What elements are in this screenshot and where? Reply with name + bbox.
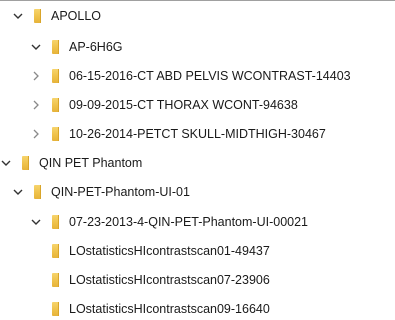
tree-node-label: 09-09-2015-CT THORAX WCONT-94638 bbox=[69, 98, 298, 112]
chevron-down-icon[interactable] bbox=[30, 41, 42, 53]
tree-node-label: 06-15-2016-CT ABD PELVIS WCONTRAST-14403 bbox=[69, 69, 351, 83]
tree-node-label: LOstatisticsHIcontrastscan09-16640 bbox=[69, 302, 270, 316]
folder-icon bbox=[22, 156, 29, 170]
folder-icon bbox=[52, 273, 59, 287]
folder-icon bbox=[52, 40, 59, 54]
tree-node-label: AP-6H6G bbox=[69, 40, 123, 54]
tree-node-label: 10-26-2014-PETCT SKULL-MIDTHIGH-30467 bbox=[69, 127, 326, 141]
tree-node-study[interactable]: 07-23-2013-4-QIN-PET-Phantom-UI-00021 bbox=[30, 212, 308, 232]
folder-icon bbox=[52, 244, 59, 258]
tree-node-series[interactable]: LOstatisticsHIcontrastscan07-23906 bbox=[30, 270, 270, 290]
chevron-down-icon[interactable] bbox=[30, 216, 42, 228]
folder-tree: APOLLO AP-6H6G 06-15-2016-CT ABD PELVIS … bbox=[0, 0, 395, 320]
tree-node-series[interactable]: LOstatisticsHIcontrastscan09-16640 bbox=[30, 299, 270, 319]
tree-node-label: 07-23-2013-4-QIN-PET-Phantom-UI-00021 bbox=[69, 215, 309, 229]
folder-icon bbox=[34, 185, 41, 199]
tree-node-label: LOstatisticsHIcontrastscan01-49437 bbox=[69, 244, 270, 258]
tree-node-series[interactable]: LOstatisticsHIcontrastscan01-49437 bbox=[30, 241, 270, 261]
tree-node-qin-pet-phantom[interactable]: QIN PET Phantom bbox=[0, 153, 142, 173]
folder-icon bbox=[52, 127, 59, 141]
tree-node-ap-6h6g[interactable]: AP-6H6G bbox=[30, 37, 123, 57]
tree-top-border bbox=[0, 0, 395, 1]
tree-node-label: QIN-PET-Phantom-UI-01 bbox=[51, 185, 190, 199]
tree-node-label: QIN PET Phantom bbox=[39, 156, 143, 170]
tree-node-study[interactable]: 10-26-2014-PETCT SKULL-MIDTHIGH-30467 bbox=[30, 124, 326, 144]
folder-icon bbox=[52, 302, 59, 316]
chevron-down-icon[interactable] bbox=[12, 10, 24, 22]
chevron-right-icon[interactable] bbox=[30, 70, 42, 82]
folder-icon bbox=[34, 9, 41, 23]
tree-node-study[interactable]: 06-15-2016-CT ABD PELVIS WCONTRAST-14403 bbox=[30, 66, 351, 86]
chevron-down-icon[interactable] bbox=[0, 157, 12, 169]
tree-node-study[interactable]: 09-09-2015-CT THORAX WCONT-94638 bbox=[30, 95, 298, 115]
chevron-right-icon[interactable] bbox=[30, 99, 42, 111]
folder-icon bbox=[52, 215, 59, 229]
folder-icon bbox=[52, 69, 59, 83]
tree-node-apollo[interactable]: APOLLO bbox=[12, 6, 101, 26]
tree-node-label: APOLLO bbox=[51, 9, 102, 23]
folder-icon bbox=[52, 98, 59, 112]
tree-node-qin-pet-phantom-ui-01[interactable]: QIN-PET-Phantom-UI-01 bbox=[12, 182, 190, 202]
tree-node-label: LOstatisticsHIcontrastscan07-23906 bbox=[69, 273, 270, 287]
chevron-right-icon[interactable] bbox=[30, 128, 42, 140]
chevron-down-icon[interactable] bbox=[12, 186, 24, 198]
